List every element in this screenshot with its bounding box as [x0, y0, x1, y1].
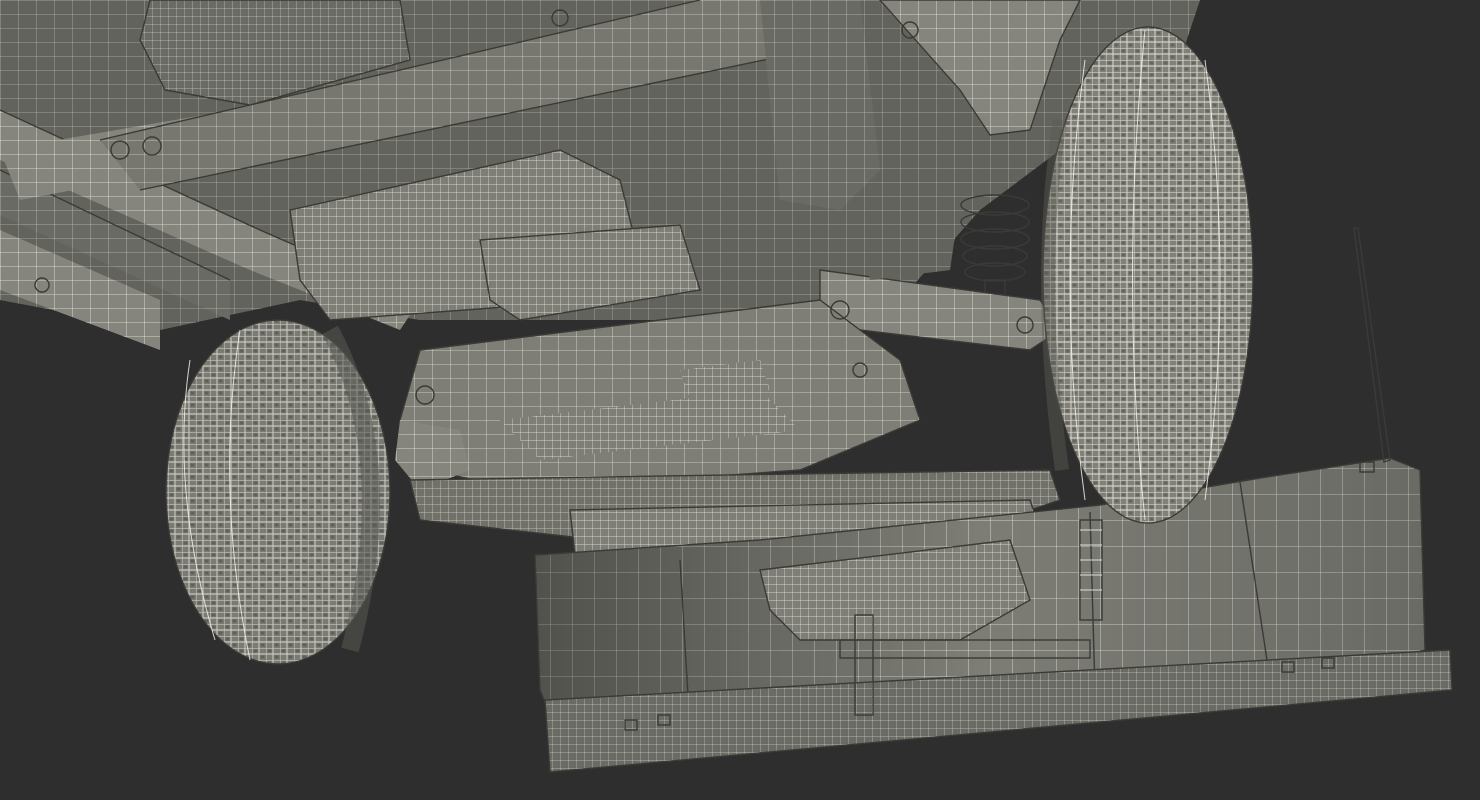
- tire-right: [1040, 26, 1254, 524]
- tire-left: [165, 319, 391, 665]
- wireframe-render: [0, 0, 1480, 800]
- render-viewport: [0, 0, 1480, 800]
